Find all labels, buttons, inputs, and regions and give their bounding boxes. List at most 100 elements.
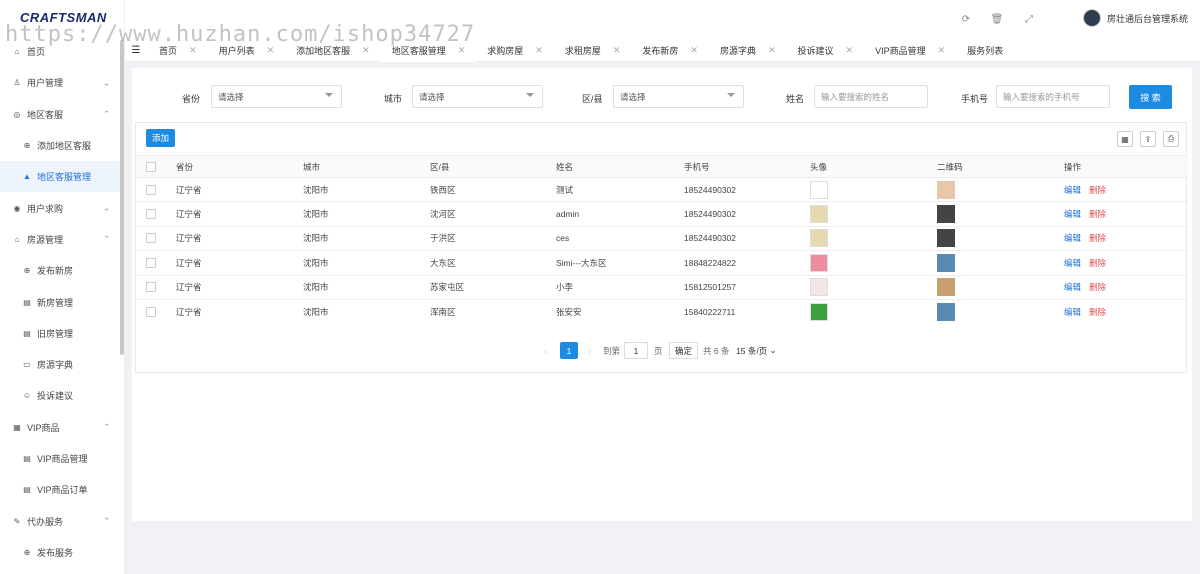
sidebar-item-8[interactable]: ▤ 新房管理: [0, 286, 120, 317]
tab-8[interactable]: 投诉建议 ✕: [786, 40, 864, 62]
search-button[interactable]: 搜 索: [1129, 85, 1172, 109]
delete-link[interactable]: 删除: [1089, 306, 1106, 318]
tab-label: 发布新房: [642, 46, 679, 56]
cell-actions: 编辑 删除: [1064, 276, 1106, 299]
cell-district: 于洪区: [430, 233, 456, 244]
delete-link[interactable]: 删除: [1089, 184, 1106, 196]
delete-link[interactable]: 删除: [1089, 281, 1106, 293]
select-all-checkbox[interactable]: [146, 161, 156, 172]
sidebar-item-6[interactable]: ⌂ 房源管理 ⌃: [0, 224, 120, 255]
qrcode-thumbnail[interactable]: [937, 229, 955, 248]
edit-link[interactable]: 编辑: [1064, 306, 1081, 318]
phone-input[interactable]: 输入要搜索的手机号: [996, 85, 1110, 108]
avatar-thumbnail[interactable]: [810, 180, 828, 199]
close-icon[interactable]: ✕: [690, 45, 698, 56]
row-checkbox[interactable]: [146, 282, 156, 293]
edit-link[interactable]: 编辑: [1064, 232, 1081, 244]
row-checkbox[interactable]: [146, 306, 156, 317]
tab-5[interactable]: 求租房屋 ✕: [553, 40, 631, 62]
qrcode-thumbnail[interactable]: [937, 278, 955, 297]
sidebar-item-16[interactable]: ⊕ 发布服务: [0, 537, 120, 568]
sidebar-item-11[interactable]: ☺ 投诉建议: [0, 380, 120, 411]
edit-link[interactable]: 编辑: [1064, 281, 1081, 293]
sidebar-item-3[interactable]: ⊕ 添加地区客服: [0, 130, 120, 161]
chevron-down-icon: [526, 93, 534, 97]
trash-icon[interactable]: 🗑: [991, 13, 1004, 25]
close-icon[interactable]: ✕: [846, 45, 854, 56]
avatar-thumbnail[interactable]: [810, 229, 828, 248]
province-select[interactable]: 请选择: [211, 85, 342, 108]
column-header: 区/县: [430, 161, 450, 172]
avatar-thumbnail[interactable]: [810, 253, 828, 272]
print-icon[interactable]: ⎙: [1163, 131, 1179, 147]
delete-link[interactable]: 删除: [1089, 208, 1106, 220]
columns-icon[interactable]: ▦: [1117, 131, 1133, 147]
close-icon[interactable]: ✕: [613, 45, 621, 56]
cell-district: 铁西区: [430, 184, 456, 195]
close-icon[interactable]: ✕: [768, 45, 776, 56]
qrcode-thumbnail[interactable]: [937, 302, 955, 321]
sidebar-scrollbar[interactable]: [120, 40, 124, 355]
cell-actions: 编辑 删除: [1064, 202, 1106, 225]
name-input[interactable]: 输入要搜索的姓名: [814, 85, 928, 108]
sidebar-item-12[interactable]: ▦ VIP商品 ⌃: [0, 412, 120, 443]
table-row: 辽宁省 沈阳市 铁西区 测试 18524490302 编辑 删除: [136, 177, 1188, 201]
page-1-button[interactable]: 1: [560, 342, 578, 359]
sidebar-item-15[interactable]: ✎ 代办服务 ⌃: [0, 505, 120, 536]
column-header: 城市: [303, 161, 321, 172]
sidebar-menu: ⌂ 首页 ♙ 用户管理 ⌄ ◎ 地区客服 ⌃ ⊕ 添加地区客服 ▲ 地区客服管理 ◉ 用户求购 ⌄ ⌂ 房源管理…: [0, 36, 120, 568]
qrcode-thumbnail[interactable]: [937, 253, 955, 272]
avatar-thumbnail[interactable]: [810, 302, 828, 321]
close-icon[interactable]: ✕: [938, 45, 946, 56]
district-select[interactable]: 请选择: [613, 85, 744, 108]
add-button[interactable]: 添加: [146, 129, 175, 147]
tab-label: 求租房屋: [564, 46, 601, 56]
sidebar-item-13[interactable]: ▤ VIP商品管理: [0, 443, 120, 474]
tab-7[interactable]: 房源字典 ✕: [708, 40, 786, 62]
prev-page-icon[interactable]: ‹: [544, 342, 547, 359]
delete-link[interactable]: 删除: [1089, 257, 1106, 269]
sidebar-item-7[interactable]: ⊕ 发布新房: [0, 255, 120, 286]
sidebar-item-14[interactable]: ▤ VIP商品订单: [0, 474, 120, 505]
row-checkbox[interactable]: [146, 233, 156, 244]
edit-link[interactable]: 编辑: [1064, 208, 1081, 220]
cell-qrcode: [937, 178, 955, 201]
next-page-icon[interactable]: ›: [588, 342, 591, 359]
user-menu[interactable]: 房壮通后台管理系统: [1082, 9, 1188, 27]
tab-6[interactable]: 发布新房 ✕: [630, 40, 708, 62]
cell-province: 辽宁省: [176, 257, 202, 268]
avatar-thumbnail[interactable]: [810, 278, 828, 297]
cell-name: 小李: [556, 282, 574, 293]
sidebar-item-label: 添加地区客服: [37, 141, 92, 152]
cell-avatar: [810, 202, 828, 225]
goto-confirm-button[interactable]: 确定: [669, 342, 699, 359]
fullscreen-icon[interactable]: ⤢: [1023, 13, 1035, 25]
row-checkbox[interactable]: [146, 184, 156, 195]
sidebar-item-4[interactable]: ▲ 地区客服管理: [0, 161, 120, 193]
sidebar-item-1[interactable]: ♙ 用户管理 ⌄: [0, 67, 120, 98]
tab-4[interactable]: 求购房屋 ✕: [475, 40, 553, 62]
refresh-icon[interactable]: ⟳: [960, 13, 972, 25]
delete-link[interactable]: 删除: [1089, 232, 1106, 244]
tab-10[interactable]: 服务列表: [955, 40, 1013, 62]
tab-9[interactable]: VIP商品管理 ✕: [863, 40, 955, 62]
row-checkbox[interactable]: [146, 257, 156, 268]
edit-link[interactable]: 编辑: [1064, 257, 1081, 269]
qrcode-thumbnail[interactable]: [937, 180, 955, 199]
qrcode-thumbnail[interactable]: [937, 205, 955, 224]
chevron-down-icon: ⌄: [103, 78, 110, 88]
list-icon: ▤: [23, 297, 31, 307]
sidebar-item-10[interactable]: ▭ 房源字典: [0, 349, 120, 380]
sidebar-item-9[interactable]: ▤ 旧房管理: [0, 318, 120, 349]
row-checkbox[interactable]: [146, 209, 156, 220]
close-icon[interactable]: ✕: [535, 45, 543, 56]
edit-link[interactable]: 编辑: [1064, 184, 1081, 196]
avatar-thumbnail[interactable]: [810, 205, 828, 224]
sidebar-item-2[interactable]: ◎ 地区客服 ⌃: [0, 99, 120, 130]
page-size-select[interactable]: 15 条/页 ⌄: [736, 342, 777, 359]
sidebar-item-5[interactable]: ◉ 用户求购 ⌄: [0, 192, 120, 223]
column-header: 操作: [1064, 161, 1082, 172]
goto-page-input[interactable]: 1: [624, 342, 648, 359]
export-icon[interactable]: ⇪: [1140, 131, 1156, 147]
city-select[interactable]: 请选择: [412, 85, 543, 108]
